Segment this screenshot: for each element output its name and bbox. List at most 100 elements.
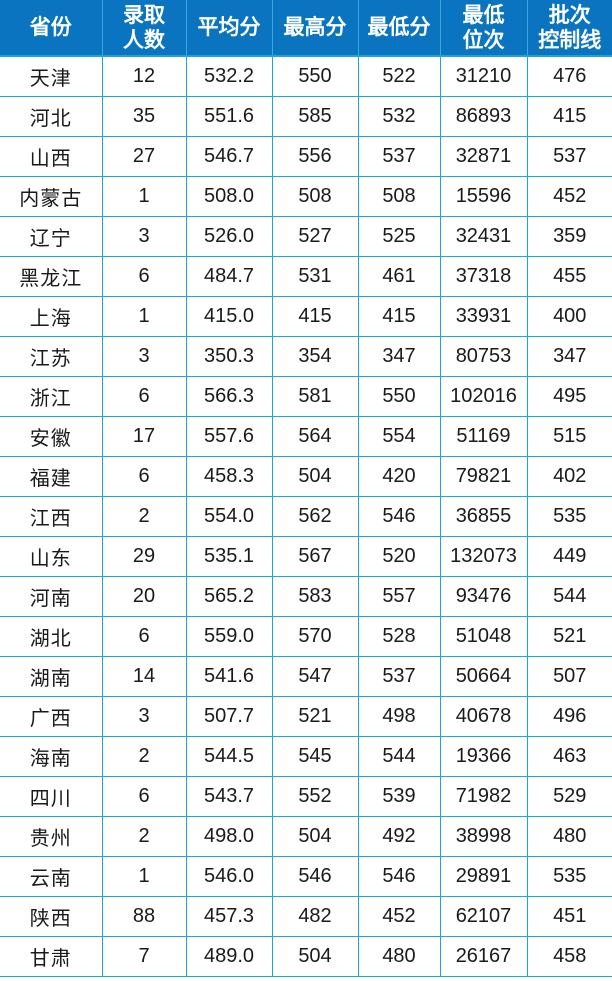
cell-cutline: 496	[527, 696, 612, 737]
table-row[interactable]: 湖南 14 541.6 547 537 50664 507	[0, 656, 612, 697]
cell-count: 27	[102, 136, 187, 177]
column-header-rank[interactable]: 最低 位次	[440, 0, 528, 57]
table-row[interactable]: 云南 1 546.0 546 546 29891 535	[0, 856, 612, 897]
cell-max: 504	[272, 816, 359, 857]
cell-min: 537	[358, 136, 441, 177]
cell-rank: 50664	[440, 656, 528, 697]
cell-province: 天津	[0, 56, 103, 97]
cell-rank: 31210	[440, 56, 528, 97]
cell-max: 550	[272, 56, 359, 97]
cell-min: 480	[358, 936, 441, 977]
table-row[interactable]: 甘肃 7 489.0 504 480 26167 458	[0, 936, 612, 977]
cell-cutline: 515	[527, 416, 612, 457]
cell-rank: 71982	[440, 776, 528, 817]
table-row[interactable]: 辽宁 3 526.0 527 525 32431 359	[0, 216, 612, 257]
cell-count: 20	[102, 576, 187, 617]
cell-rank: 15596	[440, 176, 528, 217]
cell-max: 585	[272, 96, 359, 137]
table-row[interactable]: 内蒙古 1 508.0 508 508 15596 452	[0, 176, 612, 217]
table-row[interactable]: 海南 2 544.5 545 544 19366 463	[0, 736, 612, 777]
cell-rank: 93476	[440, 576, 528, 617]
cell-cutline: 537	[527, 136, 612, 177]
cell-province: 湖北	[0, 616, 103, 657]
cell-count: 3	[102, 216, 187, 257]
cell-max: 415	[272, 296, 359, 337]
cell-cutline: 521	[527, 616, 612, 657]
cell-province: 内蒙古	[0, 176, 103, 217]
column-header-count[interactable]: 录取 人数	[102, 0, 187, 57]
cell-rank: 80753	[440, 336, 528, 377]
column-header-label: 最高分	[283, 16, 347, 39]
cell-rank: 86893	[440, 96, 528, 137]
column-header-label: 平均分	[197, 16, 261, 39]
cell-avg: 532.2	[186, 56, 273, 97]
cell-max: 546	[272, 856, 359, 897]
cell-province: 湖南	[0, 656, 103, 697]
cell-avg: 543.7	[186, 776, 273, 817]
cell-max: 547	[272, 656, 359, 697]
cell-count: 2	[102, 816, 187, 857]
column-header-label: 省份	[29, 16, 72, 39]
cell-province: 河北	[0, 96, 103, 137]
cell-cutline: 495	[527, 376, 612, 417]
cell-province: 河南	[0, 576, 103, 617]
cell-cutline: 458	[527, 936, 612, 977]
score-table-container: 省份 录取 人数 平均分 最高分 最低分 最低 位次 批次 控制线 天津 12 532.2 550 522…	[0, 0, 612, 981]
cell-province: 贵州	[0, 816, 103, 857]
cell-avg: 566.3	[186, 376, 273, 417]
cell-count: 6	[102, 456, 187, 497]
column-header-label: 人数	[123, 28, 165, 52]
cell-avg: 546.7	[186, 136, 273, 177]
cell-max: 552	[272, 776, 359, 817]
cell-province: 安徽	[0, 416, 103, 457]
table-row[interactable]: 福建 6 458.3 504 420 79821 402	[0, 456, 612, 497]
cell-cutline: 529	[527, 776, 612, 817]
cell-province: 江苏	[0, 336, 103, 377]
cell-province: 黑龙江	[0, 256, 103, 297]
table-row[interactable]: 陕西 88 457.3 482 452 62107 451	[0, 896, 612, 937]
table-row[interactable]: 上海 1 415.0 415 415 33931 400	[0, 296, 612, 337]
table-row[interactable]: 四川 6 543.7 552 539 71982 529	[0, 776, 612, 817]
cell-max: 504	[272, 936, 359, 977]
table-row[interactable]: 湖北 6 559.0 570 528 51048 521	[0, 616, 612, 657]
table-row[interactable]: 山东 29 535.1 567 520 132073 449	[0, 536, 612, 577]
cell-min: 415	[358, 296, 441, 337]
cell-cutline: 476	[527, 56, 612, 97]
cell-min: 546	[358, 856, 441, 897]
cell-avg: 458.3	[186, 456, 273, 497]
table-row[interactable]: 广西 3 507.7 521 498 40678 496	[0, 696, 612, 737]
cell-avg: 457.3	[186, 896, 273, 937]
table-row[interactable]: 江苏 3 350.3 354 347 80753 347	[0, 336, 612, 377]
column-header-min[interactable]: 最低分	[358, 0, 441, 57]
cell-province: 云南	[0, 856, 103, 897]
cell-cutline: 359	[527, 216, 612, 257]
cell-count: 29	[102, 536, 187, 577]
table-row[interactable]: 江西 2 554.0 562 546 36855 535	[0, 496, 612, 537]
table-row[interactable]: 贵州 2 498.0 504 492 38998 480	[0, 816, 612, 857]
cell-avg: 526.0	[186, 216, 273, 257]
table-row[interactable]: 浙江 6 566.3 581 550 102016 495	[0, 376, 612, 417]
cell-min: 525	[358, 216, 441, 257]
column-header-avg[interactable]: 平均分	[186, 0, 273, 57]
table-row[interactable]: 黑龙江 6 484.7 531 461 37318 455	[0, 256, 612, 297]
cell-count: 17	[102, 416, 187, 457]
cell-min: 557	[358, 576, 441, 617]
cell-count: 35	[102, 96, 187, 137]
cell-count: 12	[102, 56, 187, 97]
table-row[interactable]: 山西 27 546.7 556 537 32871 537	[0, 136, 612, 177]
cell-min: 520	[358, 536, 441, 577]
table-row[interactable]: 安徽 17 557.6 564 554 51169 515	[0, 416, 612, 457]
table-row[interactable]: 天津 12 532.2 550 522 31210 476	[0, 56, 612, 97]
table-row[interactable]: 河南 20 565.2 583 557 93476 544	[0, 576, 612, 617]
cell-max: 545	[272, 736, 359, 777]
cell-avg: 559.0	[186, 616, 273, 657]
column-header-province[interactable]: 省份	[0, 0, 103, 57]
table-row[interactable]: 河北 35 551.6 585 532 86893 415	[0, 96, 612, 137]
cell-count: 6	[102, 616, 187, 657]
column-header-cutline[interactable]: 批次 控制线	[527, 0, 612, 57]
cell-count: 88	[102, 896, 187, 937]
cell-avg: 541.6	[186, 656, 273, 697]
cell-province: 辽宁	[0, 216, 103, 257]
column-header-max[interactable]: 最高分	[272, 0, 359, 57]
cell-rank: 33931	[440, 296, 528, 337]
